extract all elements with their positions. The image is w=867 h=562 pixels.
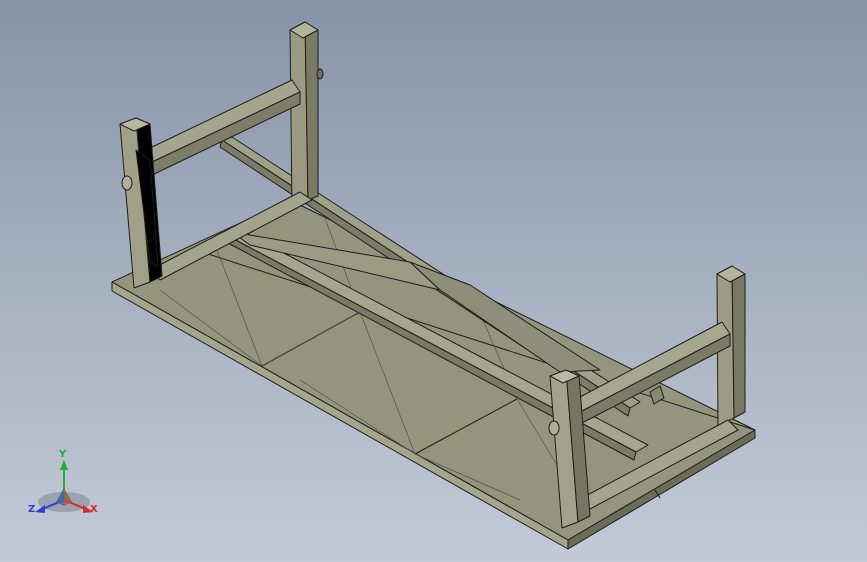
left-back-knob (316, 68, 324, 80)
right-back-leg-side (731, 265, 746, 419)
left-knob (121, 175, 133, 191)
graphics-viewport[interactable]: Y X Z (0, 0, 867, 562)
left-upper-rail-bottom (149, 91, 301, 177)
y-axis-label: Y (59, 449, 67, 460)
right-knob (548, 420, 560, 436)
z-axis-arrow (35, 505, 45, 513)
x-axis-label: X (90, 504, 98, 515)
orientation-triad[interactable]: Y X Z (26, 450, 106, 522)
y-axis-arrow (60, 460, 68, 470)
table-model[interactable] (0, 0, 867, 562)
z-axis-label: Z (28, 504, 36, 515)
